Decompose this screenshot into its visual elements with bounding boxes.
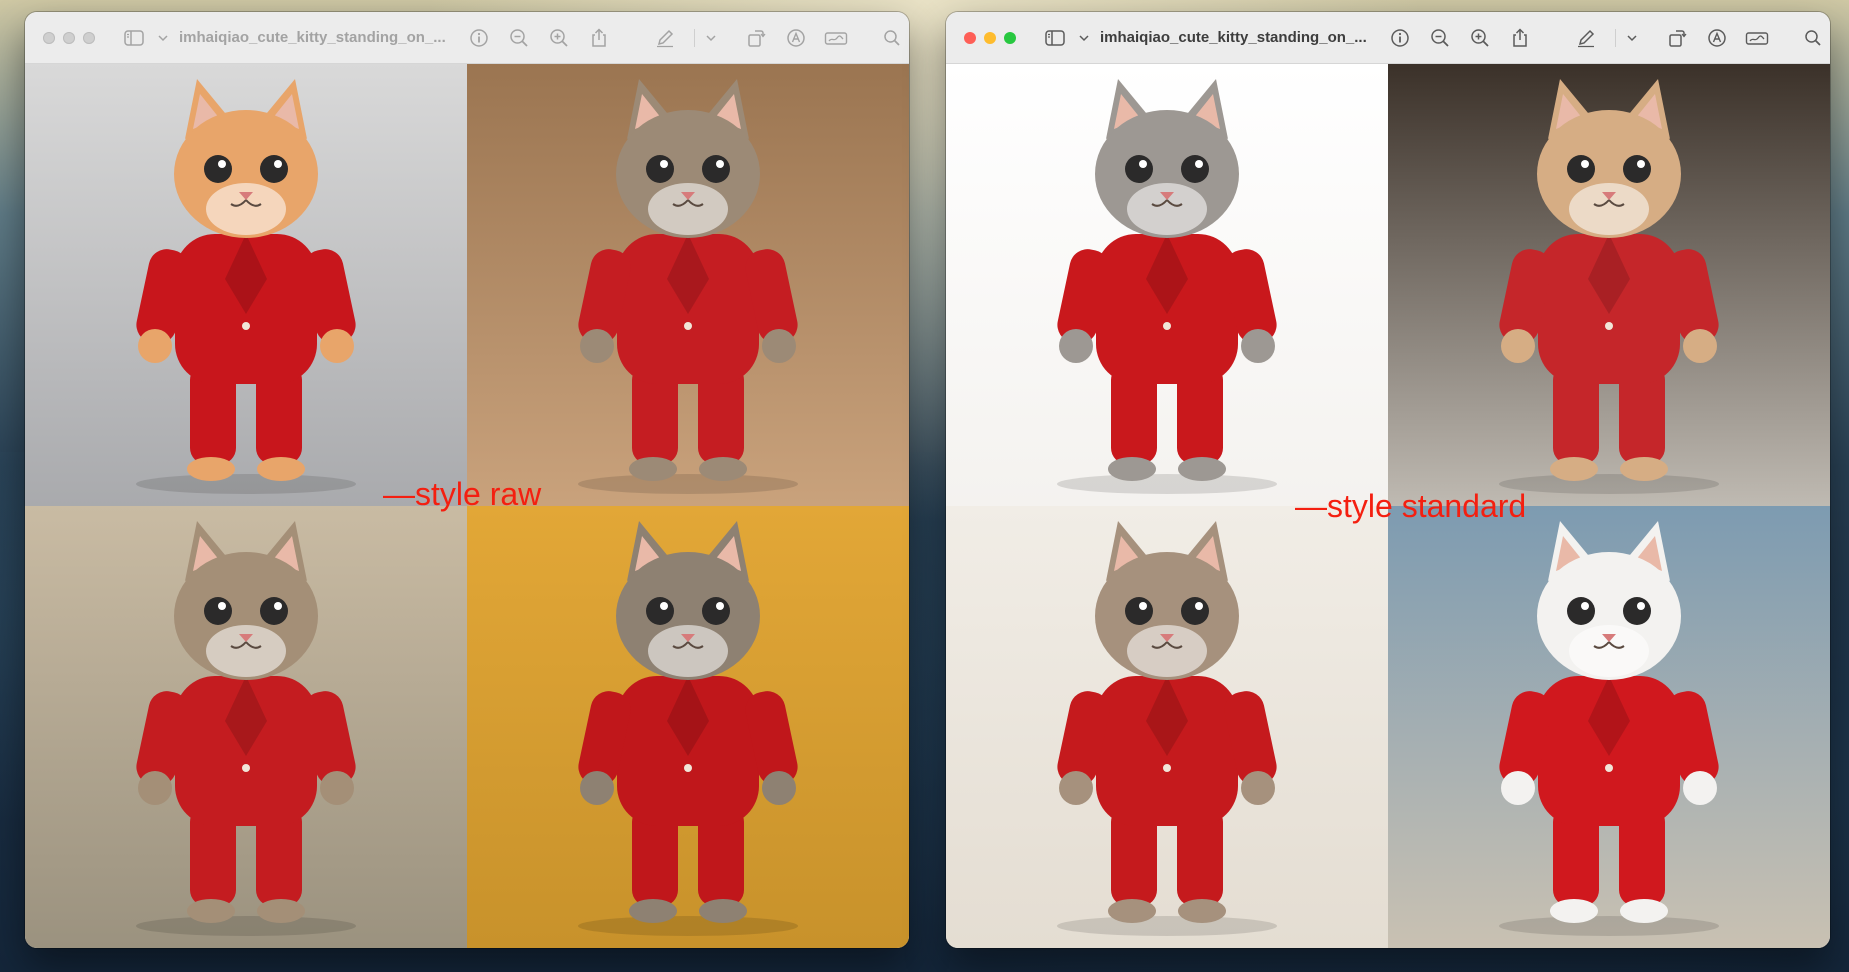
zoom-out-button[interactable] — [506, 25, 532, 51]
zoom-out-icon — [1430, 28, 1449, 47]
overlay-label-standard: —style standard — [1295, 488, 1527, 524]
image-tile[interactable] — [467, 506, 909, 948]
image-tile[interactable] — [1388, 506, 1830, 948]
kitten-image — [946, 506, 1388, 948]
search-icon — [883, 29, 900, 46]
image-tile[interactable] — [25, 506, 467, 948]
rotate-icon — [1668, 29, 1687, 47]
sidebar-icon — [124, 29, 144, 46]
kitten-image — [25, 64, 467, 506]
traffic-lights — [43, 31, 95, 44]
markup-pen-icon — [656, 29, 673, 47]
image-tile[interactable] — [467, 64, 909, 506]
info-icon — [1390, 28, 1409, 47]
markup-circle-icon — [786, 28, 805, 47]
chevron-down-icon[interactable] — [1626, 25, 1638, 51]
zoom-out-icon — [509, 28, 528, 47]
markup-circle-icon — [1707, 28, 1726, 47]
search-button[interactable] — [879, 25, 905, 51]
markup-button[interactable] — [652, 25, 678, 51]
rotate-icon — [747, 29, 766, 47]
window-title: imhaiqiao_cute_kitty_standing_on_... — [179, 29, 446, 46]
toolbar-divider — [1614, 28, 1616, 47]
sign-icon — [824, 31, 847, 45]
share-icon — [1512, 27, 1527, 47]
minimize-window-button[interactable] — [984, 31, 996, 44]
info-icon — [469, 28, 488, 47]
zoom-window-button[interactable] — [1004, 31, 1016, 44]
info-button[interactable] — [1387, 25, 1413, 51]
image-tile[interactable] — [1388, 64, 1830, 506]
window-title: imhaiqiao_cute_kitty_standing_on_... — [1100, 29, 1367, 46]
titlebar[interactable]: imhaiqiao_cute_kitty_standing_on_... — [25, 12, 909, 64]
zoom-in-icon — [1470, 28, 1489, 47]
share-button[interactable] — [1507, 25, 1533, 51]
sign-button[interactable] — [1744, 25, 1770, 51]
sign-icon — [1745, 31, 1768, 45]
markup-button[interactable] — [1573, 25, 1599, 51]
markup-pen-icon — [1577, 29, 1594, 47]
sidebar-toggle-button[interactable] — [121, 25, 147, 51]
search-icon — [1804, 29, 1821, 46]
rotate-button[interactable] — [743, 25, 769, 51]
markup-toolbar-button[interactable] — [1704, 25, 1730, 51]
kitten-image — [1388, 64, 1830, 506]
zoom-in-button[interactable] — [1467, 25, 1493, 51]
traffic-lights — [964, 31, 1016, 44]
rotate-button[interactable] — [1664, 25, 1690, 51]
overlay-label-raw: —style raw — [383, 476, 542, 512]
kitten-image — [467, 64, 909, 506]
zoom-in-button[interactable] — [546, 25, 572, 51]
toolbar-divider — [693, 28, 695, 47]
close-window-button[interactable] — [964, 31, 976, 44]
chevron-down-icon[interactable] — [1078, 25, 1090, 51]
image-tile[interactable] — [946, 506, 1388, 948]
zoom-out-button[interactable] — [1427, 25, 1453, 51]
sidebar-toggle-button[interactable] — [1042, 25, 1068, 51]
close-window-button[interactable] — [43, 31, 55, 44]
kitten-image — [467, 506, 909, 948]
markup-toolbar-button[interactable] — [783, 25, 809, 51]
titlebar[interactable]: imhaiqiao_cute_kitty_standing_on_... — [946, 12, 1830, 64]
sign-button[interactable] — [823, 25, 849, 51]
zoom-window-button[interactable] — [83, 31, 95, 44]
info-button[interactable] — [466, 25, 492, 51]
kitten-image — [1388, 506, 1830, 948]
search-button[interactable] — [1800, 25, 1826, 51]
image-tile[interactable] — [25, 64, 467, 506]
share-button[interactable] — [586, 25, 612, 51]
zoom-in-icon — [549, 28, 568, 47]
chevron-down-icon[interactable] — [705, 25, 717, 51]
sidebar-icon — [1045, 29, 1065, 46]
chevron-down-icon[interactable] — [157, 25, 169, 51]
kitten-image — [946, 64, 1388, 506]
share-icon — [591, 27, 606, 47]
image-tile[interactable] — [946, 64, 1388, 506]
minimize-window-button[interactable] — [63, 31, 75, 44]
preview-window-right[interactable]: imhaiqiao_cute_kitty_standing_on_... — [946, 12, 1830, 948]
kitten-image — [25, 506, 467, 948]
